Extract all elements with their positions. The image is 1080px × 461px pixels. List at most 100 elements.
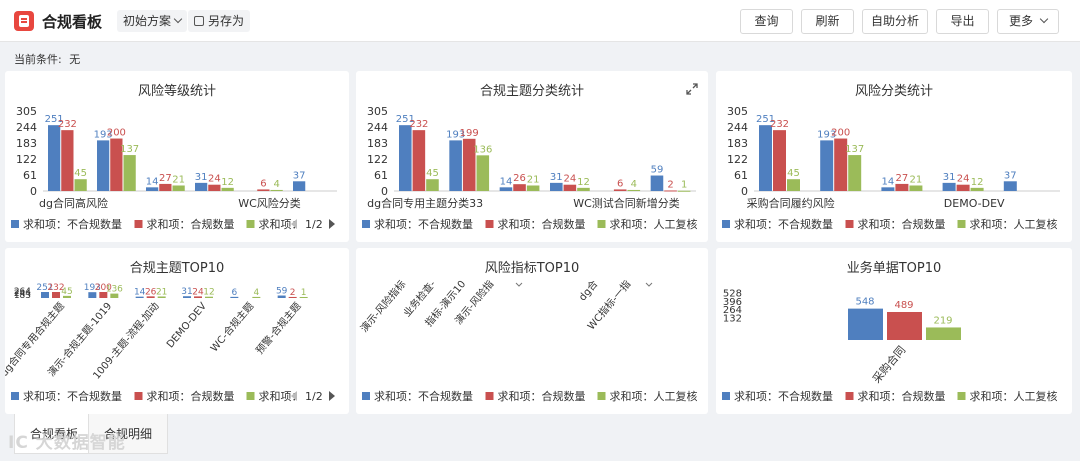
save-as-label: 另存为 [208, 14, 245, 28]
y-tick-label: 305 [727, 105, 748, 118]
y-tick-label: 305 [16, 105, 37, 118]
query-label: 查询 [754, 14, 779, 28]
data-label: 1 [301, 288, 307, 298]
data-label: 45 [787, 168, 800, 179]
data-label: 14 [882, 176, 895, 187]
watermark: IC 大数据智能 [8, 433, 126, 453]
data-label: 24 [208, 174, 221, 185]
bar [270, 189, 283, 191]
legend-item: 求和项：不合规数量 [23, 389, 122, 403]
data-label: 21 [156, 287, 167, 297]
legend-item: 求和项：不合规数量 [374, 217, 473, 231]
bar [848, 308, 883, 340]
x-tick-label: 采购合同 [869, 343, 908, 386]
legend-swatch [722, 220, 730, 228]
legend-swatch [485, 392, 494, 400]
bar [820, 140, 834, 191]
legend-item: 求和项：合规数量 [498, 217, 586, 231]
self-analysis-label: 自助分析 [870, 14, 919, 28]
legend-item: 求和项：合规数量 [147, 389, 235, 403]
query-button[interactable]: 查询 [740, 9, 793, 34]
legend-item: 求和项：人工复核 [970, 217, 1058, 231]
save-icon [194, 16, 204, 26]
chart-panel: 132 264 396 528 548 489 219 采购合同 求和项：不合规数量 求和项：合规… [716, 248, 1072, 414]
y-tick-label: 183 [727, 137, 748, 150]
data-label: 1 [681, 180, 687, 191]
bar [61, 130, 74, 191]
data-label: 136 [106, 285, 123, 295]
app-header: 合规看板 初始方案 另存为 查询 刷新 自助分析 导出 更多 [0, 0, 1080, 42]
data-label: 4 [631, 179, 637, 190]
dashboard-logo-icon [14, 11, 34, 31]
bar [926, 327, 961, 340]
y-tick-label: 183 [16, 137, 37, 150]
data-label: 232 [58, 119, 77, 130]
current-conditions: 当前条件: 无 [14, 51, 80, 67]
data-label: 4 [253, 288, 259, 298]
legend-swatch [134, 220, 143, 228]
bar [146, 187, 159, 191]
data-label: 137 [120, 144, 139, 155]
y-tick-label: 61 [23, 169, 37, 182]
data-label: 26 [145, 287, 157, 297]
export-button[interactable]: 导出 [936, 9, 989, 34]
data-label: 21 [910, 174, 923, 185]
chart-title: 风险指标TOP10 [484, 261, 580, 276]
bar [787, 179, 800, 191]
more-button[interactable]: 更多 [997, 9, 1059, 34]
expand-icon[interactable] [686, 83, 698, 95]
bar [97, 140, 110, 191]
legend-swatch [957, 220, 966, 228]
refresh-button[interactable]: 刷新 [801, 9, 854, 34]
pager-next-icon[interactable] [329, 391, 335, 401]
bar [123, 155, 136, 191]
page-title: 合规看板 [42, 13, 103, 31]
legend-swatch [722, 392, 730, 400]
chart-title: 合规主题分类统计 [479, 84, 584, 99]
data-label: 27 [896, 173, 909, 184]
bar [550, 182, 563, 191]
x-tick-label: dg合同高风险 [39, 196, 108, 210]
bar [773, 130, 786, 191]
y-tick-label: 122 [727, 153, 748, 166]
export-label: 导出 [950, 14, 975, 28]
y-tick-label: 244 [16, 121, 37, 134]
plan-dropdown[interactable]: 初始方案 [117, 10, 188, 32]
self-analysis-button[interactable]: 自助分析 [862, 9, 928, 34]
bar [293, 181, 306, 191]
data-label: 2 [667, 179, 673, 190]
data-label: 37 [293, 170, 306, 181]
data-label: 45 [74, 168, 87, 179]
chevron-down-icon [173, 14, 183, 24]
legend-swatch [246, 392, 255, 400]
legend-item: 求和项：不合规数量 [374, 389, 473, 403]
x-tick-label: WC风险分类 [238, 196, 301, 210]
y-tick-label: 0 [30, 185, 37, 198]
bar [48, 125, 61, 191]
data-label: 199 [460, 128, 479, 139]
data-label: 12 [971, 177, 984, 188]
pager-next-icon[interactable] [329, 219, 335, 229]
legend-swatch [362, 220, 370, 228]
bar [895, 183, 909, 191]
pager-label: 1/2 [305, 390, 323, 403]
data-label: 232 [409, 119, 428, 130]
data-label: 6 [260, 178, 266, 189]
bar [526, 185, 540, 191]
data-label: 137 [845, 144, 864, 155]
bar [677, 190, 691, 192]
legend-item: 求和项：不合规数量 [734, 217, 833, 231]
data-label: 232 [770, 119, 789, 130]
bar [426, 179, 439, 191]
chart-title: 风险等级统计 [137, 84, 216, 99]
bar [499, 187, 513, 191]
legend-swatch [11, 392, 19, 400]
bar [399, 125, 412, 191]
save-as-button[interactable]: 另存为 [188, 10, 251, 32]
bar [577, 187, 590, 191]
x-tick-label: dg合 [576, 278, 601, 304]
bar [887, 311, 922, 340]
bar [195, 182, 208, 191]
data-label: 14 [134, 288, 146, 298]
bar [563, 184, 577, 191]
